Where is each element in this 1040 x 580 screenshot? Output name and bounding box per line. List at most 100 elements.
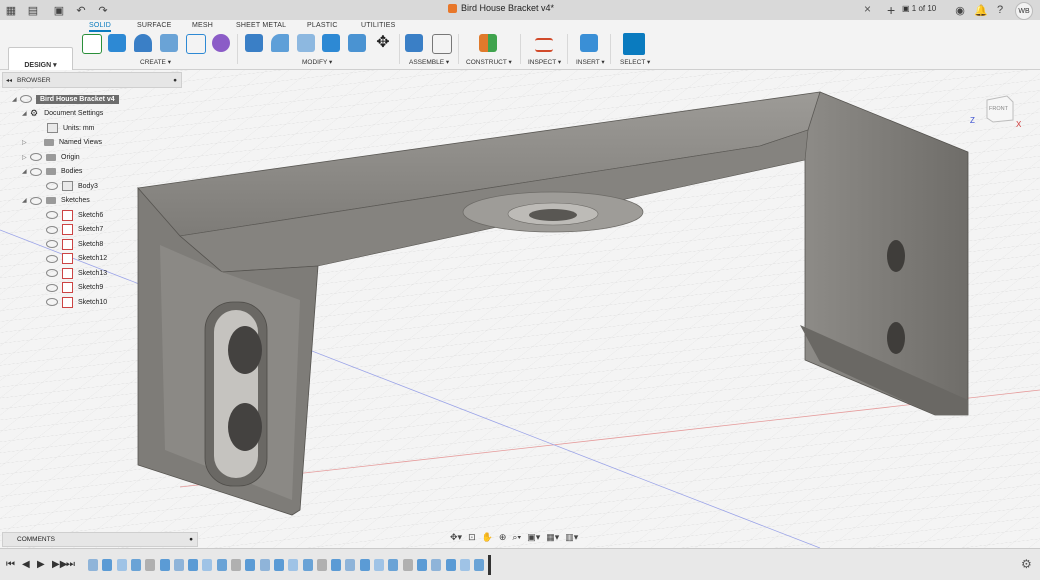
chamfer-icon[interactable] xyxy=(297,34,315,52)
tree-sketch[interactable]: Sketch7 xyxy=(2,223,182,238)
tree-origin[interactable]: ▷ Origin xyxy=(2,150,182,165)
tree-body[interactable]: Body3 xyxy=(2,179,182,194)
tab-sheet-metal[interactable]: SHEET METAL xyxy=(236,22,286,29)
look-at-icon[interactable]: ⊡ xyxy=(468,532,476,543)
assemble-menu[interactable]: ASSEMBLE ▾ xyxy=(409,58,449,66)
timeline-feature[interactable] xyxy=(402,559,413,571)
user-avatar[interactable]: WB xyxy=(1015,2,1033,20)
tab-surface[interactable]: SURFACE xyxy=(137,22,171,29)
timeline-feature[interactable] xyxy=(302,559,313,571)
close-tab-icon[interactable]: × xyxy=(864,2,871,16)
notification-icon[interactable]: 🔔 xyxy=(974,3,988,17)
tab-mesh[interactable]: MESH xyxy=(192,22,213,29)
tab-utilities[interactable]: UTILITIES xyxy=(361,22,395,29)
play-icon[interactable]: ▶ xyxy=(37,559,45,570)
save-icon[interactable]: ▣ xyxy=(52,3,66,17)
document-tab[interactable]: Bird House Bracket v4* xyxy=(448,3,554,13)
timeline-feature[interactable] xyxy=(273,559,284,571)
visibility-icon[interactable] xyxy=(46,269,58,278)
tree-named-views[interactable]: ▷ Named Views xyxy=(2,136,182,151)
timeline-feature[interactable] xyxy=(359,559,370,571)
select-icon[interactable] xyxy=(623,33,645,55)
timeline-feature[interactable] xyxy=(445,559,456,571)
zoom-icon[interactable]: ⊕ xyxy=(499,532,507,543)
timeline-feature[interactable] xyxy=(202,559,213,571)
grid-settings-icon[interactable]: ▦▾ xyxy=(546,532,559,543)
undo-icon[interactable]: ↶ xyxy=(74,3,88,17)
visibility-icon[interactable] xyxy=(46,283,58,292)
timeline-feature[interactable] xyxy=(231,559,241,571)
timeline-feature[interactable] xyxy=(102,559,113,571)
orbit-icon[interactable]: ✥▾ xyxy=(450,532,462,543)
viewports-icon[interactable]: ▥▾ xyxy=(565,532,578,543)
timeline-marker[interactable] xyxy=(488,555,491,575)
timeline-feature[interactable] xyxy=(416,559,427,571)
offset-plane-icon[interactable] xyxy=(479,34,497,52)
create-sketch-icon[interactable] xyxy=(82,34,102,54)
tree-root[interactable]: ◢ Bird House Bracket v4 xyxy=(2,92,182,107)
create-menu[interactable]: CREATE ▾ xyxy=(140,58,171,66)
shell-icon[interactable] xyxy=(322,34,340,52)
last-step-icon[interactable]: ⏭ xyxy=(66,559,75,570)
pin-icon[interactable]: ● xyxy=(189,536,193,543)
select-menu[interactable]: SELECT ▾ xyxy=(620,58,650,66)
extrude-icon[interactable] xyxy=(108,34,126,52)
visibility-icon[interactable] xyxy=(30,167,42,176)
expand-icon[interactable]: ◢ xyxy=(22,110,30,117)
joint-icon[interactable] xyxy=(432,34,452,54)
expand-icon[interactable]: ▷ xyxy=(22,139,30,146)
visibility-icon[interactable] xyxy=(46,225,58,234)
timeline-feature[interactable] xyxy=(431,559,442,571)
timeline-feature[interactable] xyxy=(173,559,184,571)
visibility-icon[interactable] xyxy=(46,240,58,249)
visibility-icon[interactable] xyxy=(46,298,58,307)
pin-icon[interactable]: ● xyxy=(173,77,177,84)
timeline-feature[interactable] xyxy=(130,559,141,571)
timeline-feature[interactable] xyxy=(374,559,384,571)
timeline-feature[interactable] xyxy=(216,559,227,571)
timeline-settings-icon[interactable]: ⚙ xyxy=(1021,557,1032,571)
timeline-feature[interactable] xyxy=(88,559,98,571)
construct-menu[interactable]: CONSTRUCT ▾ xyxy=(466,58,512,66)
measure-icon[interactable] xyxy=(535,38,553,52)
timeline-feature[interactable] xyxy=(145,559,156,571)
move-icon[interactable]: ✥ xyxy=(374,34,392,52)
form-icon[interactable] xyxy=(212,34,230,52)
file-menu-icon[interactable]: ▤ xyxy=(26,3,40,17)
first-step-icon[interactable]: ⏮ xyxy=(6,559,15,570)
combine-icon[interactable] xyxy=(348,34,366,52)
expand-icon[interactable]: ◢ xyxy=(22,168,30,175)
timeline-feature[interactable] xyxy=(345,559,356,571)
collapse-icon[interactable]: ◂◂ xyxy=(6,77,12,84)
tab-solid[interactable]: SOLID xyxy=(89,22,112,32)
tree-document-settings[interactable]: ◢ ⚙ Document Settings xyxy=(2,107,182,122)
tree-sketch[interactable]: Sketch9 xyxy=(2,281,182,296)
new-component-icon[interactable] xyxy=(405,34,423,52)
display-settings-icon[interactable]: ▣▾ xyxy=(527,532,540,543)
timeline-feature[interactable] xyxy=(116,559,127,571)
tab-plastic[interactable]: PLASTIC xyxy=(307,22,338,29)
visibility-icon[interactable] xyxy=(20,95,32,104)
visibility-icon[interactable] xyxy=(46,254,58,263)
timeline-feature[interactable] xyxy=(188,559,199,571)
expand-icon[interactable]: ◢ xyxy=(22,197,30,204)
insert-image-icon[interactable] xyxy=(580,34,598,52)
tree-sketch[interactable]: Sketch6 xyxy=(2,208,182,223)
expand-icon[interactable]: ▷ xyxy=(22,154,30,161)
tree-sketches[interactable]: ◢ Sketches xyxy=(2,194,182,209)
expand-icon[interactable]: ◢ xyxy=(12,96,20,103)
visibility-icon[interactable] xyxy=(30,196,42,205)
hole-icon[interactable] xyxy=(160,34,178,52)
visibility-icon[interactable] xyxy=(30,153,42,162)
online-status-icon[interactable]: ◉ xyxy=(953,3,967,17)
visibility-icon[interactable] xyxy=(46,211,58,220)
browser-header[interactable]: ◂◂ BROWSER ● xyxy=(2,72,182,88)
comments-panel[interactable]: COMMENTS ● xyxy=(2,532,198,547)
revolve-icon[interactable] xyxy=(134,34,152,52)
new-tab-button[interactable]: + xyxy=(881,1,897,19)
tree-sketch[interactable]: Sketch12 xyxy=(2,252,182,267)
pan-icon[interactable]: ✋ xyxy=(482,532,493,543)
fit-icon[interactable]: ⌕▾ xyxy=(512,532,521,543)
inspect-menu[interactable]: INSPECT ▾ xyxy=(528,58,561,66)
view-cube[interactable]: FRONT xyxy=(983,92,1015,124)
